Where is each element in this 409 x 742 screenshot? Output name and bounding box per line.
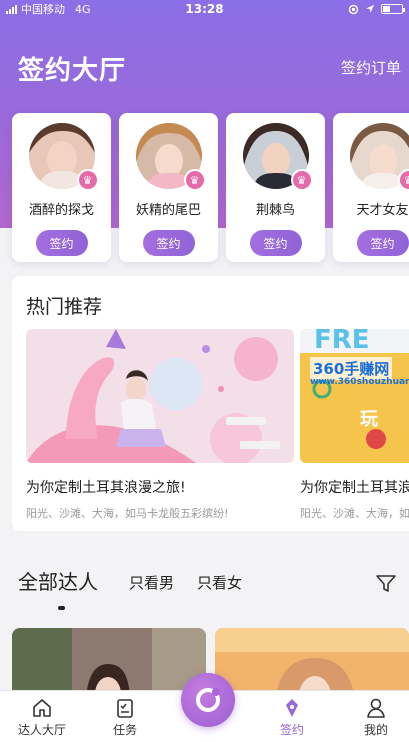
avatar: ♛ [135, 123, 206, 191]
filter-icon[interactable] [375, 572, 397, 594]
nav-label: 任务 [112, 723, 137, 737]
nav-label: 达人大厅 [17, 723, 66, 737]
recommend-item[interactable]: 为你定制土耳其浪漫之旅! 阳光、沙滩、大海，如马卡龙般五彩缤纷! [26, 329, 294, 521]
avatar: ♛ [242, 123, 313, 191]
battery-icon [381, 4, 405, 14]
talent-card[interactable]: ♛ 荆棘鸟 签约 [226, 113, 325, 262]
hot-recommend-section: 热门推荐 为你定制土耳其浪漫之旅! 阳光、沙滩、大海，如马卡龙般五彩缤纷! FR… [12, 276, 409, 531]
nav-item-signing[interactable]: 签约 [257, 691, 327, 742]
sign-button[interactable]: 签约 [356, 230, 409, 256]
tab-male-only[interactable]: 只看男 [129, 572, 174, 593]
sign-button[interactable]: 签约 [142, 230, 195, 256]
talent-filter-bar: 全部达人 只看男 只看女 [0, 560, 409, 620]
talent-card[interactable]: ♛ 酒醉的探戈 签约 [12, 113, 111, 262]
sign-button[interactable]: 签约 [249, 230, 302, 256]
recommend-image [26, 329, 294, 463]
talent-name: 酒醉的探戈 [28, 203, 94, 218]
home-icon [33, 699, 51, 717]
recommend-image: FRE 玩 360手赚网 www.360shouzhuan.com [300, 329, 409, 463]
nav-label: 我的 [363, 723, 388, 737]
status-bar: 中国移动 4G 13:28 [0, 0, 409, 18]
nav-item-tasks[interactable]: 任务 [90, 691, 160, 742]
section-title: 热门推荐 [26, 296, 103, 318]
sign-button[interactable]: 签约 [35, 230, 88, 256]
crown-icon: ♛ [290, 169, 313, 191]
avatar: ♛ [28, 123, 99, 191]
recommend-item[interactable]: FRE 玩 360手赚网 www.360shouzhuan.com 为你定制土耳… [300, 329, 409, 521]
crown-icon: ♛ [76, 169, 99, 191]
nav-label: 签约 [279, 723, 304, 737]
recommend-title: 为你定制土耳其浪漫之旅! [300, 480, 409, 496]
talent-name: 天才女友 [356, 203, 409, 218]
banner-subtext: 玩 [360, 409, 378, 430]
nav-item-mine[interactable]: 我的 [341, 691, 409, 742]
tab-all-talents[interactable]: 全部达人 [18, 566, 98, 595]
task-list-icon [117, 699, 133, 718]
talent-card-list: ♛ 酒醉的探戈 签约 ♛ 妖精的尾巴 签约 ♛ 荆棘鸟 签约 ♛ 天才女友 签约 [12, 113, 409, 262]
recommend-title: 为你定制土耳其浪漫之旅! [26, 480, 186, 496]
talent-card[interactable]: ♛ 妖精的尾巴 签约 [119, 113, 218, 262]
signing-hall-page: 中国移动 4G 13:28 签约大厅 签约订单 ♛ 酒醉的探戈 签约 ♛ 妖精的… [0, 0, 409, 742]
camera-ring-icon [196, 688, 220, 712]
banner-text: FRE [314, 329, 370, 355]
recommend-description: 阳光、沙滩、大海，如马卡龙般五彩缤纷! [26, 507, 229, 520]
avatar: ♛ [349, 123, 409, 191]
recommend-description: 阳光、沙滩、大海，如马卡龙般五彩缤纷! [300, 507, 409, 520]
sign-pen-icon [286, 699, 298, 717]
page-title: 签约大厅 [18, 56, 127, 86]
nav-item-talent-hall[interactable]: 达人大厅 [7, 691, 77, 742]
tab-female-only[interactable]: 只看女 [197, 572, 242, 593]
crown-icon: ♛ [183, 169, 206, 191]
talent-name: 妖精的尾巴 [135, 203, 201, 218]
tab-indicator [58, 606, 65, 610]
user-icon [367, 698, 385, 718]
signing-orders-link[interactable]: 签约订单 [341, 57, 401, 78]
talent-name: 荆棘鸟 [255, 203, 295, 218]
center-action-button[interactable] [181, 673, 235, 727]
watermark-url: www.360shouzhuan.com [310, 377, 409, 387]
talent-card[interactable]: ♛ 天才女友 签约 [333, 113, 409, 262]
clock: 13:28 [185, 2, 224, 16]
